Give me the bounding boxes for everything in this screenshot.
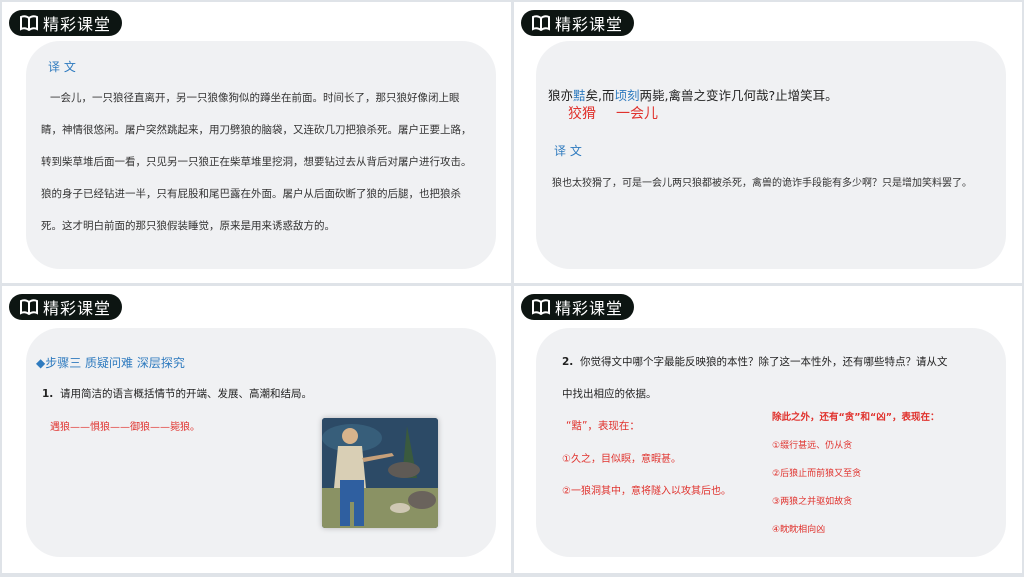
header-title: 精彩课堂 <box>43 15 112 34</box>
slide-header: 精彩课堂 <box>9 10 123 36</box>
header-title: 精彩课堂 <box>555 15 624 34</box>
gloss-word: 狡猾 <box>568 106 596 122</box>
slide-header: 精彩课堂 <box>521 294 635 320</box>
content-card: 2. 你觉得文中哪个字最能反映狼的本性？除了这一本性外，还有哪些特点？请从文 中… <box>536 328 1006 557</box>
right-title: 除此之外，还有“贪”和“凶”，表现在： <box>772 412 940 423</box>
slide-translation-1[interactable]: 精彩课堂 译 文 一会儿，一只狼径直离开，另一只狼像狗似的蹲坐在前面。时间长了，… <box>2 2 511 283</box>
open-book-icon <box>532 299 550 315</box>
text-line: 转到柴草堆后面一看，只见另一只狼正在柴草堆里挖洞，想要钻过去从背后对屠户进行攻击… <box>41 156 472 168</box>
highlight-word: 顷刻 <box>614 88 640 103</box>
text-line: 睛，神情很悠闲。屠户突然跳起来，用刀劈狼的脑袋，又连砍几刀把狼杀死。屠户正要上路… <box>41 124 472 136</box>
butcher-wolves-image <box>322 418 438 528</box>
text-line: 死。这才明白前面的那只狼假装睡觉，原来是用来诱惑敌方的。 <box>41 220 335 232</box>
list-item: ①缀行甚远、仍从贪 <box>772 441 853 451</box>
slide-header: 精彩课堂 <box>521 10 635 36</box>
text-line: 一会儿，一只狼径直离开，另一只狼像狗似的蹲坐在前面。时间长了，那只狼好像闭上眼 <box>50 92 460 104</box>
left-title: “黠”，表现在： <box>566 420 640 432</box>
highlight-word: 黠 <box>573 88 586 103</box>
question-continued: 中找出相应的依据。 <box>562 388 657 400</box>
slide-translation-2[interactable]: 精彩课堂 狼亦黠矣,而顷刻两毙,禽兽之变诈几何哉?止增笑耳。 狡猾 一会儿 译 … <box>514 2 1022 283</box>
open-book-icon <box>20 299 38 315</box>
list-item: ③两狼之并驱如故贪 <box>772 497 853 507</box>
slide-question-two[interactable]: 精彩课堂 2. 你觉得文中哪个字最能反映狼的本性？除了这一本性外，还有哪些特点？… <box>514 286 1022 573</box>
slide-header: 精彩课堂 <box>9 294 123 320</box>
gloss-word: 一会儿 <box>616 106 658 122</box>
slide-step-three[interactable]: 精彩课堂 ◆步骤三 质疑问难 深层探究 1. 请用简洁的语言概括情节的开端、发展… <box>2 286 511 573</box>
open-book-icon <box>20 15 38 31</box>
content-card: 译 文 一会儿，一只狼径直离开，另一只狼像狗似的蹲坐在前面。时间长了，那只狼好像… <box>26 41 496 269</box>
header-title: 精彩课堂 <box>555 299 624 318</box>
content-card: 狼亦黠矣,而顷刻两毙,禽兽之变诈几何哉?止增笑耳。 狡猾 一会儿 译 文 狼也太… <box>536 41 1006 269</box>
classical-sentence: 狼亦黠矣,而顷刻两毙,禽兽之变诈几何哉?止增笑耳。 <box>548 88 838 103</box>
story-illustration <box>322 418 438 528</box>
section-label: 译 文 <box>48 60 76 74</box>
content-card: ◆步骤三 质疑问难 深层探究 1. 请用简洁的语言概括情节的开端、发展、高潮和结… <box>26 328 496 557</box>
question: 1. 请用简洁的语言概括情节的开端、发展、高潮和结局。 <box>42 388 312 400</box>
list-item: ②一狼洞其中，意将隧入以攻其后也。 <box>562 486 731 497</box>
question: 2. 你觉得文中哪个字最能反映狼的本性？除了这一本性外，还有哪些特点？请从文 <box>562 356 948 368</box>
text-line: 狼的身子已经钻进一半，只有屁股和尾巴露在外面。屠户从后面砍断了狼的后腿，也把狼杀 <box>41 188 461 200</box>
list-item: ④眈眈相向凶 <box>772 525 826 535</box>
translation-text: 狼也太狡猾了，可是一会儿两只狼都被杀死，禽兽的诡诈手段能有多少啊？只是增加笑料罢… <box>552 178 972 189</box>
answer-text: 遇狼——惧狼——御狼——毙狼。 <box>50 422 200 433</box>
step-title: ◆步骤三 质疑问难 深层探究 <box>36 356 185 370</box>
list-item: ②后狼止而前狼又至贪 <box>772 469 862 479</box>
header-title: 精彩课堂 <box>43 299 112 318</box>
open-book-icon <box>532 15 550 31</box>
section-label: 译 文 <box>554 144 582 158</box>
list-item: ①久之，目似瞑，意暇甚。 <box>562 454 681 465</box>
